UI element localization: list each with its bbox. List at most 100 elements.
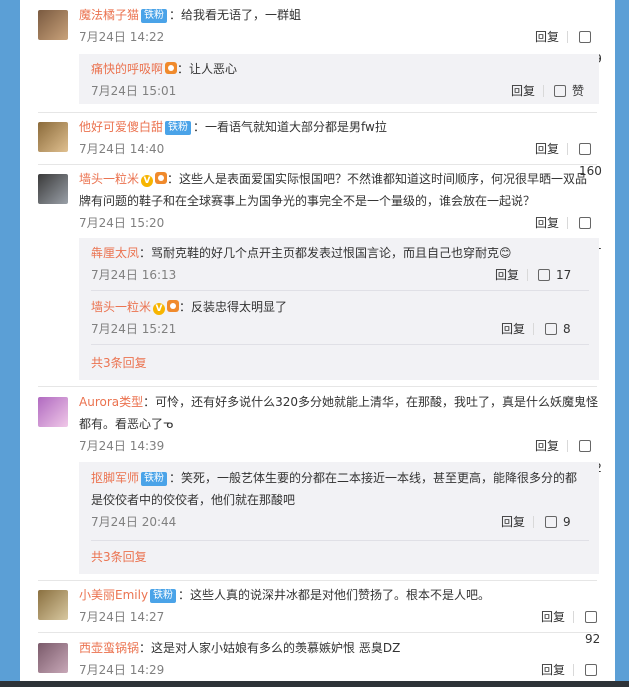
thumbs-up-icon	[545, 323, 557, 335]
reply-username[interactable]: 抠脚军师	[91, 471, 139, 485]
reply-time: 7月24日 16:13	[91, 268, 177, 282]
separator	[567, 143, 568, 155]
comment-username[interactable]: 墙头一粒米	[79, 172, 139, 186]
comment-meta: 7月24日 14:40 回复 160	[79, 138, 603, 178]
divider	[38, 580, 597, 581]
reply-button[interactable]: 回复	[495, 264, 519, 286]
comment-text: ：这些人真的说深井冰都是对他们赞扬了。根本不是人吧。	[178, 588, 491, 602]
fan-badge[interactable]: 铁粉	[141, 9, 168, 23]
reply-button[interactable]: 回复	[535, 435, 559, 457]
reply-username[interactable]: 墙头一粒米	[91, 300, 151, 314]
comment-username[interactable]: 西壶蛮锅锅	[79, 641, 139, 655]
divider	[91, 540, 589, 541]
like-button[interactable]: 赞	[554, 80, 584, 102]
reply-meta: 7月24日 16:13 回复 17	[91, 264, 589, 286]
avatar[interactable]	[38, 590, 68, 620]
reply-username[interactable]: 犇厘太凤	[91, 246, 139, 260]
comment-meta: 7月24日 14:22 回复 219	[79, 26, 603, 66]
comment-time: 7月24日 14:29	[79, 663, 165, 677]
verified-v-icon: V	[141, 175, 154, 187]
comment-panel: 魔法橘子猫铁粉：给我看无语了，一群蛆 7月24日 14:22 回复 219 痛快…	[20, 0, 615, 681]
thumbs-up-icon	[579, 143, 591, 155]
thumbs-up-icon	[585, 664, 597, 676]
comment-time: 7月24日 14:27	[79, 610, 165, 624]
comment-time: 7月24日 15:20	[79, 216, 165, 230]
separator	[533, 323, 534, 335]
reply-text: ：骂耐克鞋的好几个点开主页都发表过恨国言论，而且自己也穿耐克😊	[139, 246, 512, 260]
divider	[91, 344, 589, 345]
reply-meta: 7月24日 15:01 回复 赞	[91, 80, 589, 102]
like-button[interactable]: 9	[545, 511, 571, 533]
reply-time: 7月24日 20:44	[91, 515, 177, 529]
comment-meta: 7月24日 14:27 回复 92	[79, 606, 603, 646]
reply-button[interactable]: 回复	[541, 606, 565, 628]
thumbs-up-icon	[579, 217, 591, 229]
like-button[interactable]: 17	[538, 264, 571, 286]
reply-username[interactable]: 痛快的呼吸啊	[91, 62, 163, 76]
comment-text: ：可怜，还有好多说什么320多分她就能上清华，在那酸，我吐了，真是什么妖魔鬼怪	[143, 395, 599, 409]
divider	[38, 632, 597, 633]
avatar[interactable]	[38, 174, 68, 204]
like-button[interactable]: 73	[585, 659, 603, 681]
reply-button[interactable]: 回复	[535, 26, 559, 48]
separator	[533, 516, 534, 528]
like-count: 17	[556, 268, 572, 282]
comment-username[interactable]: Aurora类型	[79, 395, 143, 409]
sub-reply-box: 犇厘太凤：骂耐克鞋的好几个点开主页都发表过恨国言论，而且自己也穿耐克😊 7月24…	[79, 238, 599, 380]
separator	[567, 217, 568, 229]
comment-username[interactable]: 魔法橘子猫	[79, 8, 139, 22]
reply-text: ：让人恶心	[177, 62, 238, 76]
divider	[91, 290, 589, 291]
fan-badge[interactable]: 铁粉	[165, 121, 192, 135]
fan-heart-icon	[167, 300, 180, 312]
comment-time: 7月24日 14:22	[79, 30, 165, 44]
separator	[573, 664, 574, 676]
sub-reply-box: 痛快的呼吸啊 ：让人恶心 7月24日 15:01 回复 赞	[79, 54, 599, 104]
comment-text: ：一看语气就知道大部分都是男fw拉	[193, 120, 387, 134]
reply-button[interactable]: 回复	[501, 511, 525, 533]
separator	[567, 440, 568, 452]
reply-button[interactable]: 回复	[535, 138, 559, 160]
comment-username[interactable]: 他好可爱傻白甜	[79, 120, 163, 134]
comment-time: 7月24日 14:39	[79, 439, 165, 453]
comment-username[interactable]: 小美丽Emily	[79, 588, 148, 602]
thumbs-up-icon	[579, 31, 591, 43]
reply-button[interactable]: 回复	[535, 212, 559, 234]
fan-badge[interactable]: 铁粉	[150, 589, 177, 603]
like-count: 赞	[572, 84, 585, 98]
comment-text: ：这些人是表面爱国实际恨国吧？不然谁都知道这时间顺序，何况很早晒一双品	[167, 172, 588, 186]
divider	[38, 112, 597, 113]
divider	[38, 386, 597, 387]
more-replies-link[interactable]: 共3条回复	[91, 352, 589, 374]
reply-time: 7月24日 15:01	[91, 84, 177, 98]
like-count: 9	[563, 515, 571, 529]
reply-time: 7月24日 15:21	[91, 322, 177, 336]
reply-button[interactable]: 回复	[541, 659, 565, 681]
avatar[interactable]	[38, 122, 68, 152]
reply-meta: 7月24日 20:44 回复 9	[91, 511, 589, 533]
thumbs-up-icon	[585, 611, 597, 623]
reply-text: ：反装忠得太明显了	[179, 300, 288, 314]
reply-text-cont: 是佼佼者中的佼佼者，他们就在那酸吧	[91, 493, 296, 507]
thumbs-up-icon	[579, 440, 591, 452]
separator	[543, 85, 544, 97]
separator	[573, 611, 574, 623]
thumbs-up-icon	[538, 269, 550, 281]
separator	[527, 269, 528, 281]
reply-button[interactable]: 回复	[511, 80, 535, 102]
avatar[interactable]	[38, 643, 68, 673]
bottom-strip	[0, 681, 629, 687]
like-button[interactable]: 8	[545, 318, 571, 340]
avatar[interactable]	[38, 397, 68, 427]
fan-heart-icon	[155, 172, 168, 184]
reply-button[interactable]: 回复	[501, 318, 525, 340]
comment-meta: 7月24日 14:29 回复 73	[79, 659, 603, 681]
thumbs-up-icon	[545, 516, 557, 528]
comment-meta: 7月24日 15:20 回复 141	[79, 212, 603, 252]
separator	[567, 31, 568, 43]
sub-reply-box: 抠脚军师 铁粉 ：笑死，一般艺体生要的分都在二本接近一本线，甚至更高，能降很多分的都…	[79, 462, 599, 574]
divider	[38, 164, 597, 165]
avatar[interactable]	[38, 10, 68, 40]
more-replies-link[interactable]: 共3条回复	[91, 546, 589, 568]
fan-badge[interactable]: 铁粉	[141, 472, 168, 486]
